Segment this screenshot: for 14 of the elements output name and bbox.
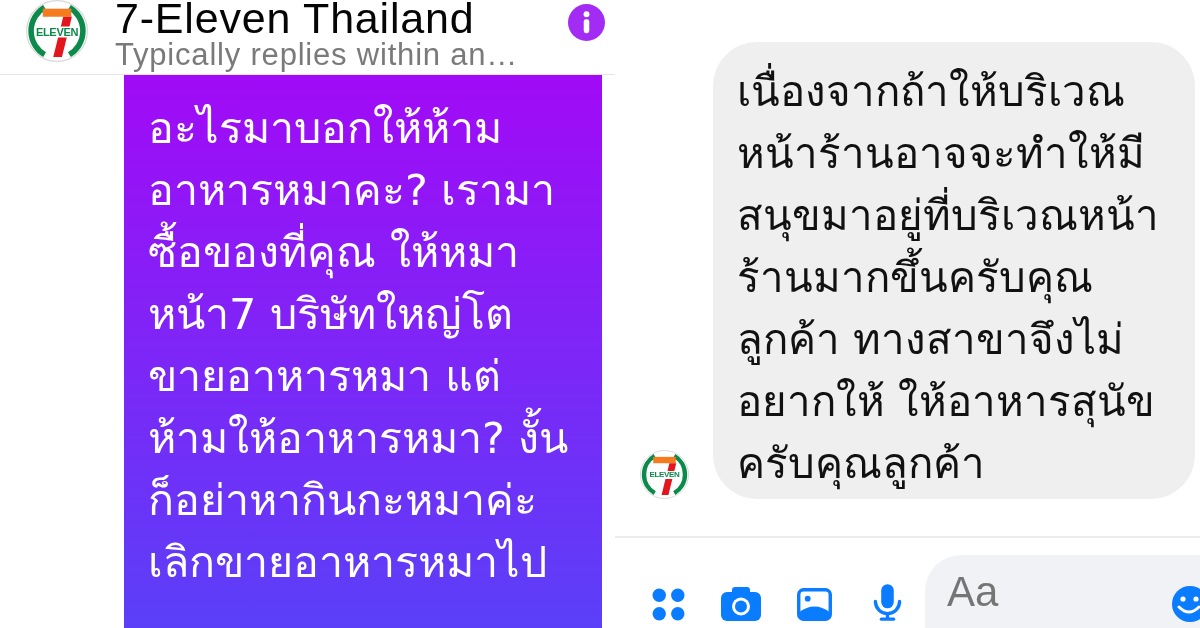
image-icon[interactable] [797, 588, 832, 621]
camera-icon[interactable] [721, 587, 761, 621]
contact-name: 7-Eleven Thailand [115, 0, 476, 36]
apps-grid-icon[interactable] [652, 588, 685, 621]
logo-text: ELEVEN [35, 26, 79, 38]
emoji-icon[interactable] [1172, 586, 1200, 622]
logo-icon [640, 450, 689, 499]
logo-text: ELEVEN [649, 471, 680, 480]
reply-time-note: Typically replies within an… [115, 38, 519, 72]
message-text: เนื่องจากถ้าให้บริเวณ หน้าร้านอาจจะทำให้มี สนุขมาอยู่ที่บริเวณหน้า ร้านมากขึ้นครับคุณ ลูกค้า ทางสาขาจึงไม่ อยากให้ ให้อาหารสุนัข ครับคุณลูกค้า [737, 61, 1189, 495]
message-text: อะไรมาบอกให้ห้าม อาหารหมาคะ? เรามา ซื้อของที่คุณ ให้หมา หน้า7 บริษัทใหญ่โต ขายอาหารหมา แต่ ห้ามให้อาหารหมา? งั้น ก็อย่าหากินกะหมาค่ะ เลิกขายอาหารหมาไป [148, 102, 570, 589]
microphone-icon[interactable] [873, 584, 902, 621]
message-input[interactable]: Aa [925, 555, 1200, 628]
info-icon[interactable] [568, 4, 605, 41]
